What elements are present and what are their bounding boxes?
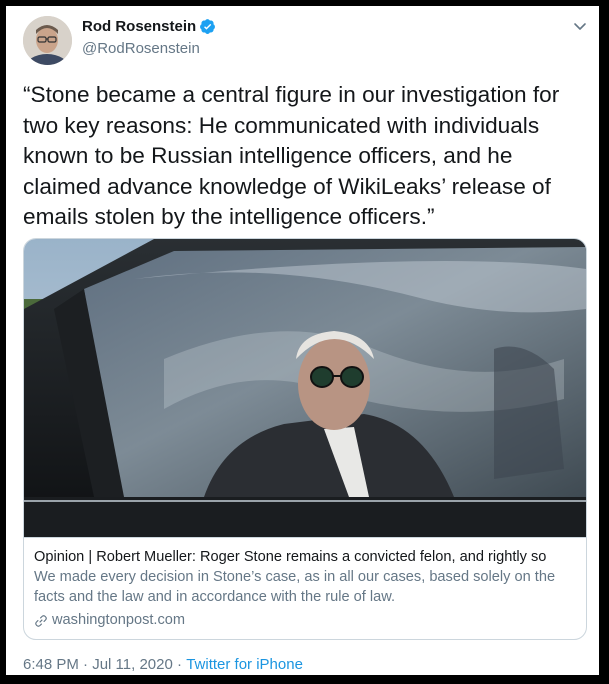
tweet-frame: Rod Rosenstein @RodRosenstein “Stone bec… bbox=[6, 6, 599, 675]
avatar[interactable] bbox=[23, 16, 72, 65]
link-card[interactable]: Opinion | Robert Mueller: Roger Stone re… bbox=[23, 238, 587, 640]
chevron-down-icon[interactable] bbox=[572, 18, 588, 34]
meta-separator: · bbox=[78, 656, 93, 673]
verified-badge-icon bbox=[200, 19, 216, 34]
card-title[interactable]: Opinion | Robert Mueller: Roger Stone re… bbox=[34, 548, 576, 567]
tweet-meta: 6:48 PM · Jul 11, 2020 · Twitter for iPh… bbox=[23, 656, 303, 673]
link-icon bbox=[35, 614, 47, 627]
tweet-source-link[interactable]: Twitter for iPhone bbox=[186, 656, 303, 673]
user-handle[interactable]: @RodRosenstein bbox=[82, 40, 200, 57]
meta-separator: · bbox=[172, 656, 187, 673]
tweet-date[interactable]: Jul 11, 2020 bbox=[92, 656, 173, 673]
tweet-text: “Stone became a central figure in our in… bbox=[23, 82, 560, 229]
tweet-time[interactable]: 6:48 PM bbox=[23, 656, 79, 673]
card-description: We made every decision in Stone’s case, … bbox=[34, 569, 556, 605]
card-domain[interactable]: washingtonpost.com bbox=[52, 611, 185, 630]
display-name[interactable]: Rod Rosenstein bbox=[82, 18, 196, 35]
article-photo[interactable] bbox=[24, 239, 586, 537]
